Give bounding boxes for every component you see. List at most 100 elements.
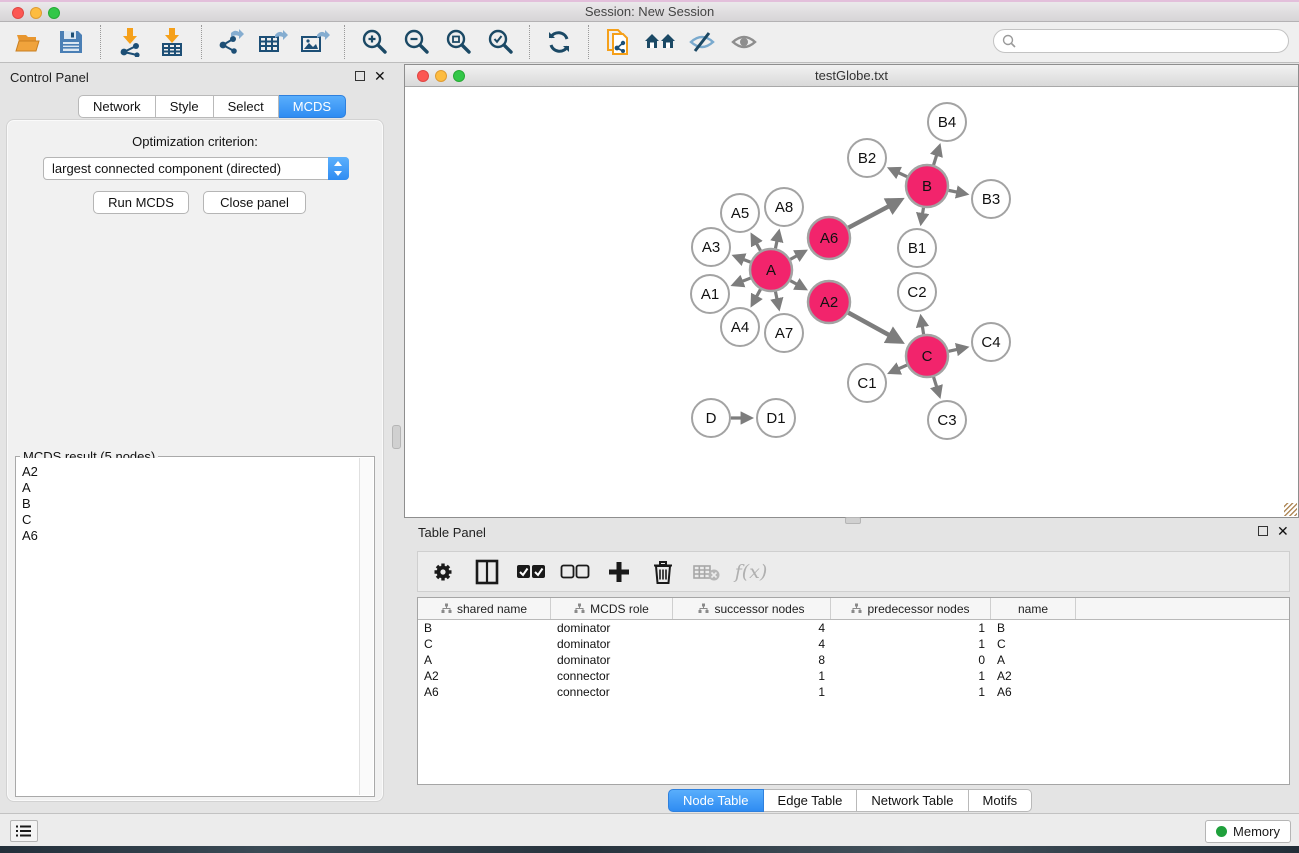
graph-edge-C-C3[interactable]: [934, 377, 940, 395]
graph-node-A[interactable]: A: [750, 249, 792, 291]
tab-edge-table[interactable]: Edge Table: [764, 789, 858, 812]
zoom-in-icon[interactable]: [357, 26, 391, 58]
graph-edge-C-C1[interactable]: [891, 365, 907, 372]
window-resize-grip[interactable]: [1284, 503, 1297, 516]
close-panel-icon[interactable]: ✕: [374, 71, 386, 81]
graph-edge-A2-C[interactable]: [848, 313, 900, 341]
zoom-out-icon[interactable]: [399, 26, 433, 58]
graph-node-A1[interactable]: A1: [691, 275, 729, 313]
graph-node-A3[interactable]: A3: [692, 228, 730, 266]
gear-icon[interactable]: [428, 556, 458, 588]
table-row[interactable]: A6connector11A6: [418, 684, 1289, 700]
function-builder-icon[interactable]: f(x): [736, 556, 766, 588]
graph-node-B3[interactable]: B3: [972, 180, 1010, 218]
graph-node-C3[interactable]: C3: [928, 401, 966, 439]
save-session-icon[interactable]: [54, 26, 88, 58]
graph-node-B2[interactable]: B2: [848, 139, 886, 177]
graph-node-C4[interactable]: C4: [972, 323, 1010, 361]
node-table[interactable]: shared nameMCDS rolesuccessor nodesprede…: [417, 597, 1290, 785]
run-mcds-button[interactable]: Run MCDS: [93, 191, 189, 214]
tab-style[interactable]: Style: [156, 95, 214, 118]
column-header-shared-name[interactable]: shared name: [418, 598, 551, 619]
network-minimize-button[interactable]: [435, 70, 447, 82]
graph-node-A2[interactable]: A2: [808, 281, 850, 323]
graph-node-C[interactable]: C: [906, 335, 948, 377]
graph-node-B1[interactable]: B1: [898, 229, 936, 267]
mcds-result-item[interactable]: A: [22, 480, 359, 496]
close-window-button[interactable]: [12, 7, 24, 19]
tab-network-table[interactable]: Network Table: [857, 789, 968, 812]
deselect-all-icon[interactable]: [560, 556, 590, 588]
tab-network[interactable]: Network: [78, 95, 156, 118]
graph-edge-B-B1[interactable]: [921, 208, 923, 223]
select-all-icon[interactable]: [516, 556, 546, 588]
column-header-successor-nodes[interactable]: successor nodes: [673, 598, 831, 619]
graph-node-A5[interactable]: A5: [721, 194, 759, 232]
graph-node-C2[interactable]: C2: [898, 273, 936, 311]
table-row[interactable]: Bdominator41B: [418, 620, 1289, 636]
mcds-result-list[interactable]: A2ABCA6: [17, 458, 359, 795]
graph-edge-C-C2[interactable]: [921, 318, 924, 335]
graph-node-B4[interactable]: B4: [928, 103, 966, 141]
table-row[interactable]: Adominator80A: [418, 652, 1289, 668]
table-row[interactable]: Cdominator41C: [418, 636, 1289, 652]
mcds-result-item[interactable]: B: [22, 496, 359, 512]
graph-node-C1[interactable]: C1: [848, 364, 886, 402]
graph-node-B[interactable]: B: [906, 165, 948, 207]
graph-node-A4[interactable]: A4: [721, 308, 759, 346]
network-zoom-button[interactable]: [453, 70, 465, 82]
zoom-selected-icon[interactable]: [483, 26, 517, 58]
table-row[interactable]: A2connector11A2: [418, 668, 1289, 684]
criterion-dropdown[interactable]: largest connected component (directed): [43, 157, 349, 180]
export-image-icon[interactable]: [298, 26, 332, 58]
graph-node-A6[interactable]: A6: [808, 217, 850, 259]
tab-motifs[interactable]: Motifs: [969, 789, 1033, 812]
graph-edge-B-B2[interactable]: [891, 169, 907, 177]
graph-edge-A6-B[interactable]: [848, 200, 899, 227]
home-layout-icon[interactable]: [643, 26, 677, 58]
graph-edge-A-A5[interactable]: [752, 236, 760, 251]
graph-edge-A-A1[interactable]: [734, 278, 750, 284]
open-file-icon[interactable]: [12, 26, 46, 58]
graph-edge-A-A2[interactable]: [790, 281, 804, 289]
tab-node-table[interactable]: Node Table: [668, 789, 764, 812]
mcds-result-item[interactable]: C: [22, 512, 359, 528]
graph-node-D1[interactable]: D1: [757, 399, 795, 437]
graph-edge-A-A3[interactable]: [735, 256, 750, 262]
minimize-window-button[interactable]: [30, 7, 42, 19]
mcds-result-item[interactable]: A6: [22, 528, 359, 544]
vertical-splitter-handle[interactable]: [392, 425, 401, 449]
delete-icon[interactable]: [648, 556, 678, 588]
tab-select[interactable]: Select: [214, 95, 279, 118]
network-close-button[interactable]: [417, 70, 429, 82]
network-graph[interactable]: AA1A2A3A4A5A6A7A8BB1B2B3B4CC1C2C3C4DD1: [405, 88, 1298, 518]
network-canvas[interactable]: AA1A2A3A4A5A6A7A8BB1B2B3B4CC1C2C3C4DD1: [405, 88, 1298, 517]
graph-edge-B-B4[interactable]: [934, 147, 940, 165]
graph-node-D[interactable]: D: [692, 399, 730, 437]
graph-edge-A-A6[interactable]: [790, 252, 804, 260]
clone-network-icon[interactable]: [601, 26, 635, 58]
float-table-panel-icon[interactable]: [1258, 526, 1268, 536]
import-network-icon[interactable]: [113, 26, 147, 58]
delete-table-icon[interactable]: [692, 556, 722, 588]
graph-edge-A-A7[interactable]: [775, 292, 778, 308]
memory-button[interactable]: Memory: [1205, 820, 1291, 843]
graph-edge-A-A8[interactable]: [775, 233, 778, 249]
import-table-icon[interactable]: [155, 26, 189, 58]
graph-edge-C-C4[interactable]: [948, 348, 965, 352]
add-column-icon[interactable]: [604, 556, 634, 588]
zoom-window-button[interactable]: [48, 7, 60, 19]
column-header-name[interactable]: name: [991, 598, 1076, 619]
zoom-fit-icon[interactable]: [441, 26, 475, 58]
hide-panel-icon[interactable]: [685, 26, 719, 58]
column-header-MCDS-role[interactable]: MCDS role: [551, 598, 673, 619]
graph-edge-A-A4[interactable]: [752, 289, 760, 304]
search-input[interactable]: [993, 29, 1289, 53]
export-network-icon[interactable]: [214, 26, 248, 58]
columns-icon[interactable]: [472, 556, 502, 588]
mcds-result-item[interactable]: A2: [22, 464, 359, 480]
graph-edge-B-B3[interactable]: [949, 190, 966, 193]
graph-node-A8[interactable]: A8: [765, 188, 803, 226]
float-panel-icon[interactable]: [355, 71, 365, 81]
show-panel-icon[interactable]: [727, 26, 761, 58]
